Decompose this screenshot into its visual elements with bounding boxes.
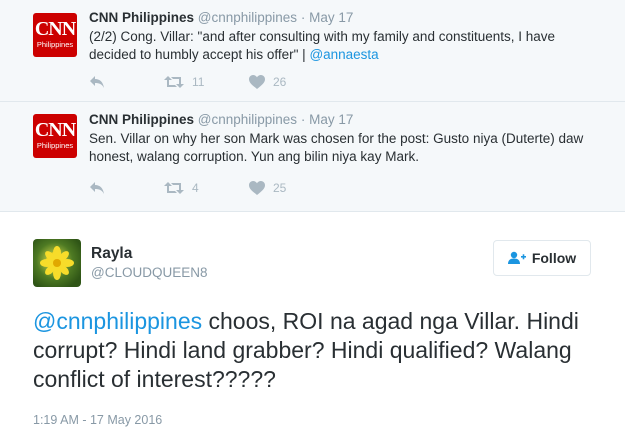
- tweet-header: CNN Philippines @cnnphilippines · May 17: [89, 112, 353, 127]
- retweet-icon: [164, 76, 184, 88]
- user-name[interactable]: Rayla: [91, 245, 132, 263]
- heart-icon: [249, 181, 265, 195]
- separator: ·: [300, 10, 306, 25]
- tweet-actions: 4 25: [89, 178, 409, 198]
- author-handle[interactable]: @cnnphilippines: [198, 10, 297, 25]
- like-count: 25: [273, 181, 287, 195]
- follow-button[interactable]: Follow: [493, 240, 591, 276]
- follow-person-icon: [507, 251, 526, 264]
- tweet-text-body: Sen. Villar on why her son Mark was chos…: [89, 131, 584, 164]
- reply-button[interactable]: [89, 72, 105, 92]
- mention-link[interactable]: @cnnphilippines: [33, 308, 202, 334]
- heart-icon: [249, 75, 265, 89]
- separator: ·: [300, 112, 306, 127]
- tweet-actions: 11 26: [89, 72, 409, 92]
- flower-icon: [40, 246, 74, 280]
- logo-subtext: Philippines: [36, 141, 74, 150]
- reply-icon: [90, 76, 104, 88]
- tweet-text: Sen. Villar on why her son Mark was chos…: [89, 130, 599, 166]
- like-button[interactable]: 25: [249, 178, 286, 198]
- retweet-button[interactable]: 4: [164, 178, 199, 198]
- logo-text: CNN: [34, 18, 76, 40]
- retweet-button[interactable]: 11: [164, 72, 204, 92]
- logo-text: CNN: [34, 119, 76, 141]
- like-button[interactable]: 26: [249, 72, 286, 92]
- reply-button[interactable]: [89, 178, 105, 198]
- retweet-icon: [164, 182, 184, 194]
- cnn-philippines-avatar[interactable]: CNN Philippines: [33, 114, 77, 158]
- user-handle[interactable]: @CLOUDQUEEN8: [91, 265, 207, 280]
- tweet-date[interactable]: May 17: [309, 10, 353, 25]
- author-name[interactable]: CNN Philippines: [89, 10, 194, 25]
- quoted-tweet-1[interactable]: CNN Philippines CNN Philippines @cnnphil…: [0, 0, 625, 102]
- author-name[interactable]: CNN Philippines: [89, 112, 194, 127]
- tweet-date[interactable]: May 17: [309, 112, 353, 127]
- quoted-tweet-2[interactable]: CNN Philippines CNN Philippines @cnnphil…: [0, 102, 625, 212]
- follow-label: Follow: [531, 250, 577, 266]
- tweet-timestamp[interactable]: 1:19 AM - 17 May 2016: [33, 413, 162, 427]
- like-count: 26: [273, 75, 287, 89]
- retweet-count: 11: [192, 75, 205, 89]
- tweet-text: @cnnphilippines choos, ROI na agad nga V…: [33, 307, 613, 394]
- mention-link[interactable]: @annaesta: [309, 47, 378, 62]
- reply-icon: [90, 182, 104, 194]
- tweet-text: (2/2) Cong. Villar: "and after consultin…: [89, 28, 599, 64]
- main-tweet: Rayla @CLOUDQUEEN8 Follow @cnnphilippine…: [0, 212, 625, 427]
- cnn-philippines-avatar[interactable]: CNN Philippines: [33, 13, 77, 57]
- tweet-header: CNN Philippines @cnnphilippines · May 17: [89, 10, 353, 25]
- retweet-count: 4: [192, 181, 199, 195]
- logo-subtext: Philippines: [36, 40, 74, 49]
- author-handle[interactable]: @cnnphilippines: [198, 112, 297, 127]
- user-avatar[interactable]: [33, 239, 81, 287]
